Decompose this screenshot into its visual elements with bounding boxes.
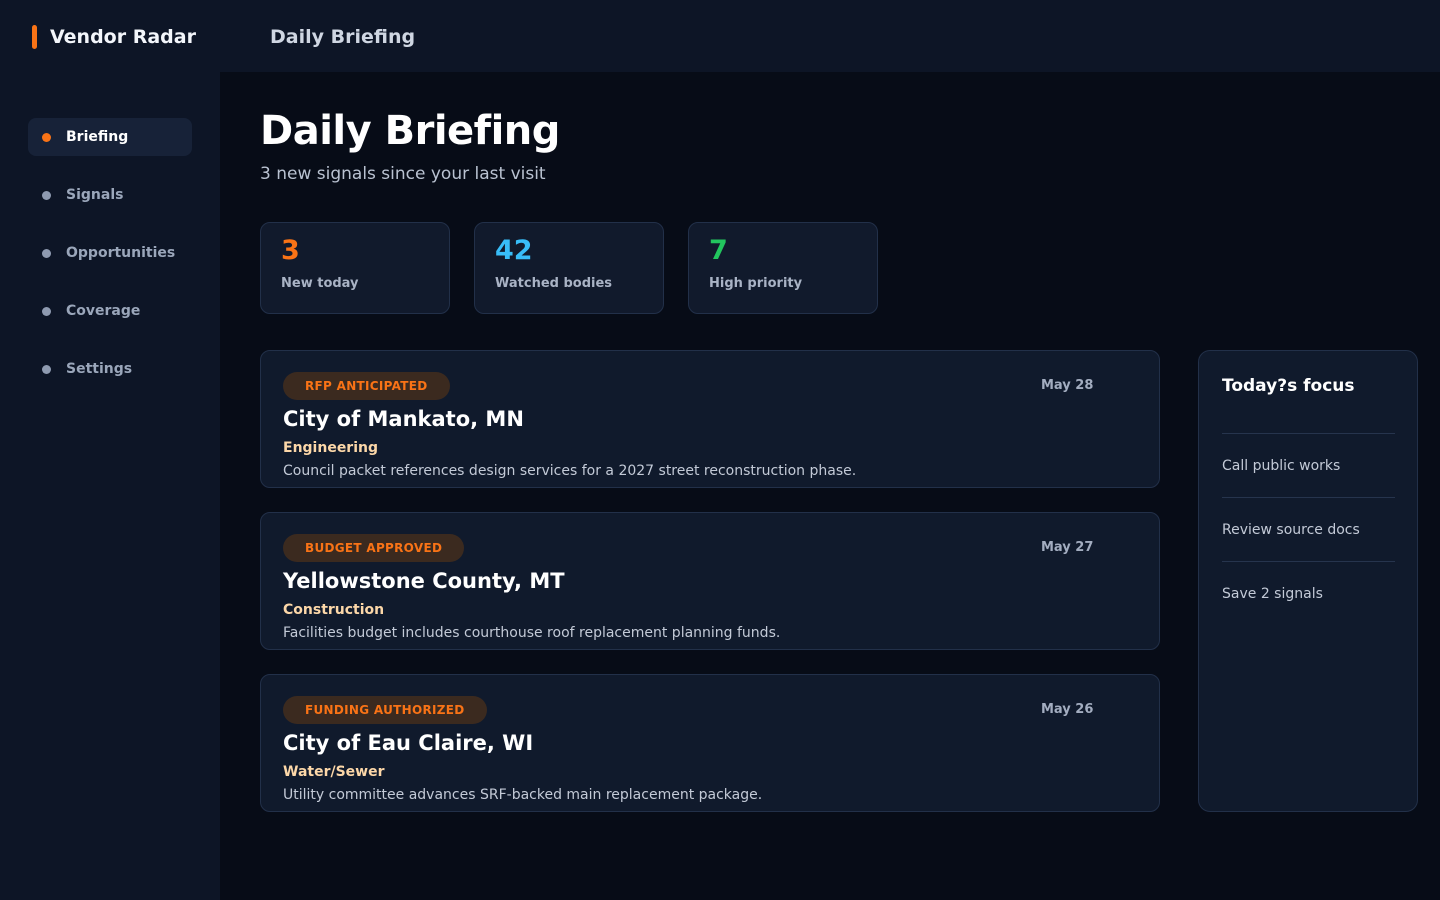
- stat-card-high-priority: 7 High priority: [688, 222, 878, 314]
- page-title: Daily Briefing: [260, 108, 560, 154]
- status-badge: BUDGET APPROVED: [283, 534, 465, 562]
- dot-icon: [42, 132, 51, 142]
- signal-description: Utility committee advances SRF-backed ma…: [283, 787, 763, 803]
- signal-category: Construction: [283, 602, 385, 618]
- brand[interactable]: Vendor Radar: [32, 24, 196, 50]
- stat-label: New today: [281, 276, 359, 291]
- brand-logo: [32, 25, 37, 49]
- signal-title[interactable]: City of Mankato, MN: [283, 407, 524, 431]
- dot-icon: [42, 306, 51, 316]
- dot-icon: [42, 248, 51, 258]
- sidebar-item-briefing[interactable]: Briefing: [28, 118, 192, 156]
- dot-icon: [42, 364, 51, 374]
- signal-date: May 27: [1041, 540, 1094, 555]
- stat-label: Watched bodies: [495, 276, 613, 291]
- stat-value: 7: [709, 235, 728, 266]
- signal-description: Council packet references design service…: [283, 463, 857, 479]
- focus-item[interactable]: Call public works: [1222, 433, 1395, 497]
- signal-title[interactable]: Yellowstone County, MT: [283, 569, 565, 593]
- signal-description: Facilities budget includes courthouse ro…: [283, 625, 781, 641]
- sidebar-item-settings[interactable]: Settings: [28, 350, 192, 388]
- section-title: Daily Briefing: [270, 26, 416, 48]
- stat-card-watched-bodies: 42 Watched bodies: [474, 222, 664, 314]
- signal-date: May 26: [1041, 702, 1094, 717]
- stat-label: High priority: [709, 276, 803, 291]
- sidebar-item-label: Coverage: [66, 303, 141, 319]
- signal-card[interactable]: FUNDING AUTHORIZED May 26 City of Eau Cl…: [260, 674, 1160, 812]
- focus-item[interactable]: Review source docs: [1222, 497, 1395, 561]
- focus-title: Today?s focus: [1222, 376, 1355, 396]
- sidebar-item-label: Signals: [66, 187, 124, 203]
- sidebar-item-coverage[interactable]: Coverage: [28, 292, 192, 330]
- dot-icon: [42, 190, 51, 200]
- signal-card[interactable]: BUDGET APPROVED May 27 Yellowstone Count…: [260, 512, 1160, 650]
- sidebar-item-label: Settings: [66, 361, 133, 377]
- app-name: Vendor Radar: [50, 26, 196, 48]
- signal-category: Engineering: [283, 440, 378, 456]
- sidebar-item-label: Briefing: [66, 129, 129, 145]
- sidebar-item-signals[interactable]: Signals: [28, 176, 192, 214]
- focus-item[interactable]: Save 2 signals: [1222, 561, 1395, 625]
- signal-category: Water/Sewer: [283, 764, 385, 780]
- stat-value: 42: [495, 235, 533, 266]
- sidebar-item-opportunities[interactable]: Opportunities: [28, 234, 192, 272]
- signal-card[interactable]: RFP ANTICIPATED May 28 City of Mankato, …: [260, 350, 1160, 488]
- stat-value: 3: [281, 235, 300, 266]
- signal-date: May 28: [1041, 378, 1094, 393]
- page-subtitle: 3 new signals since your last visit: [260, 164, 546, 184]
- sidebar-item-label: Opportunities: [66, 245, 176, 261]
- signal-title[interactable]: City of Eau Claire, WI: [283, 731, 533, 755]
- top-bar: Vendor Radar Daily Briefing: [0, 0, 1440, 72]
- status-badge: FUNDING AUTHORIZED: [283, 696, 487, 724]
- sidebar: Briefing Signals Opportunities Coverage …: [0, 72, 220, 900]
- stat-card-new-today: 3 New today: [260, 222, 450, 314]
- status-badge: RFP ANTICIPATED: [283, 372, 450, 400]
- focus-panel: Today?s focus Call public works Review s…: [1198, 350, 1418, 812]
